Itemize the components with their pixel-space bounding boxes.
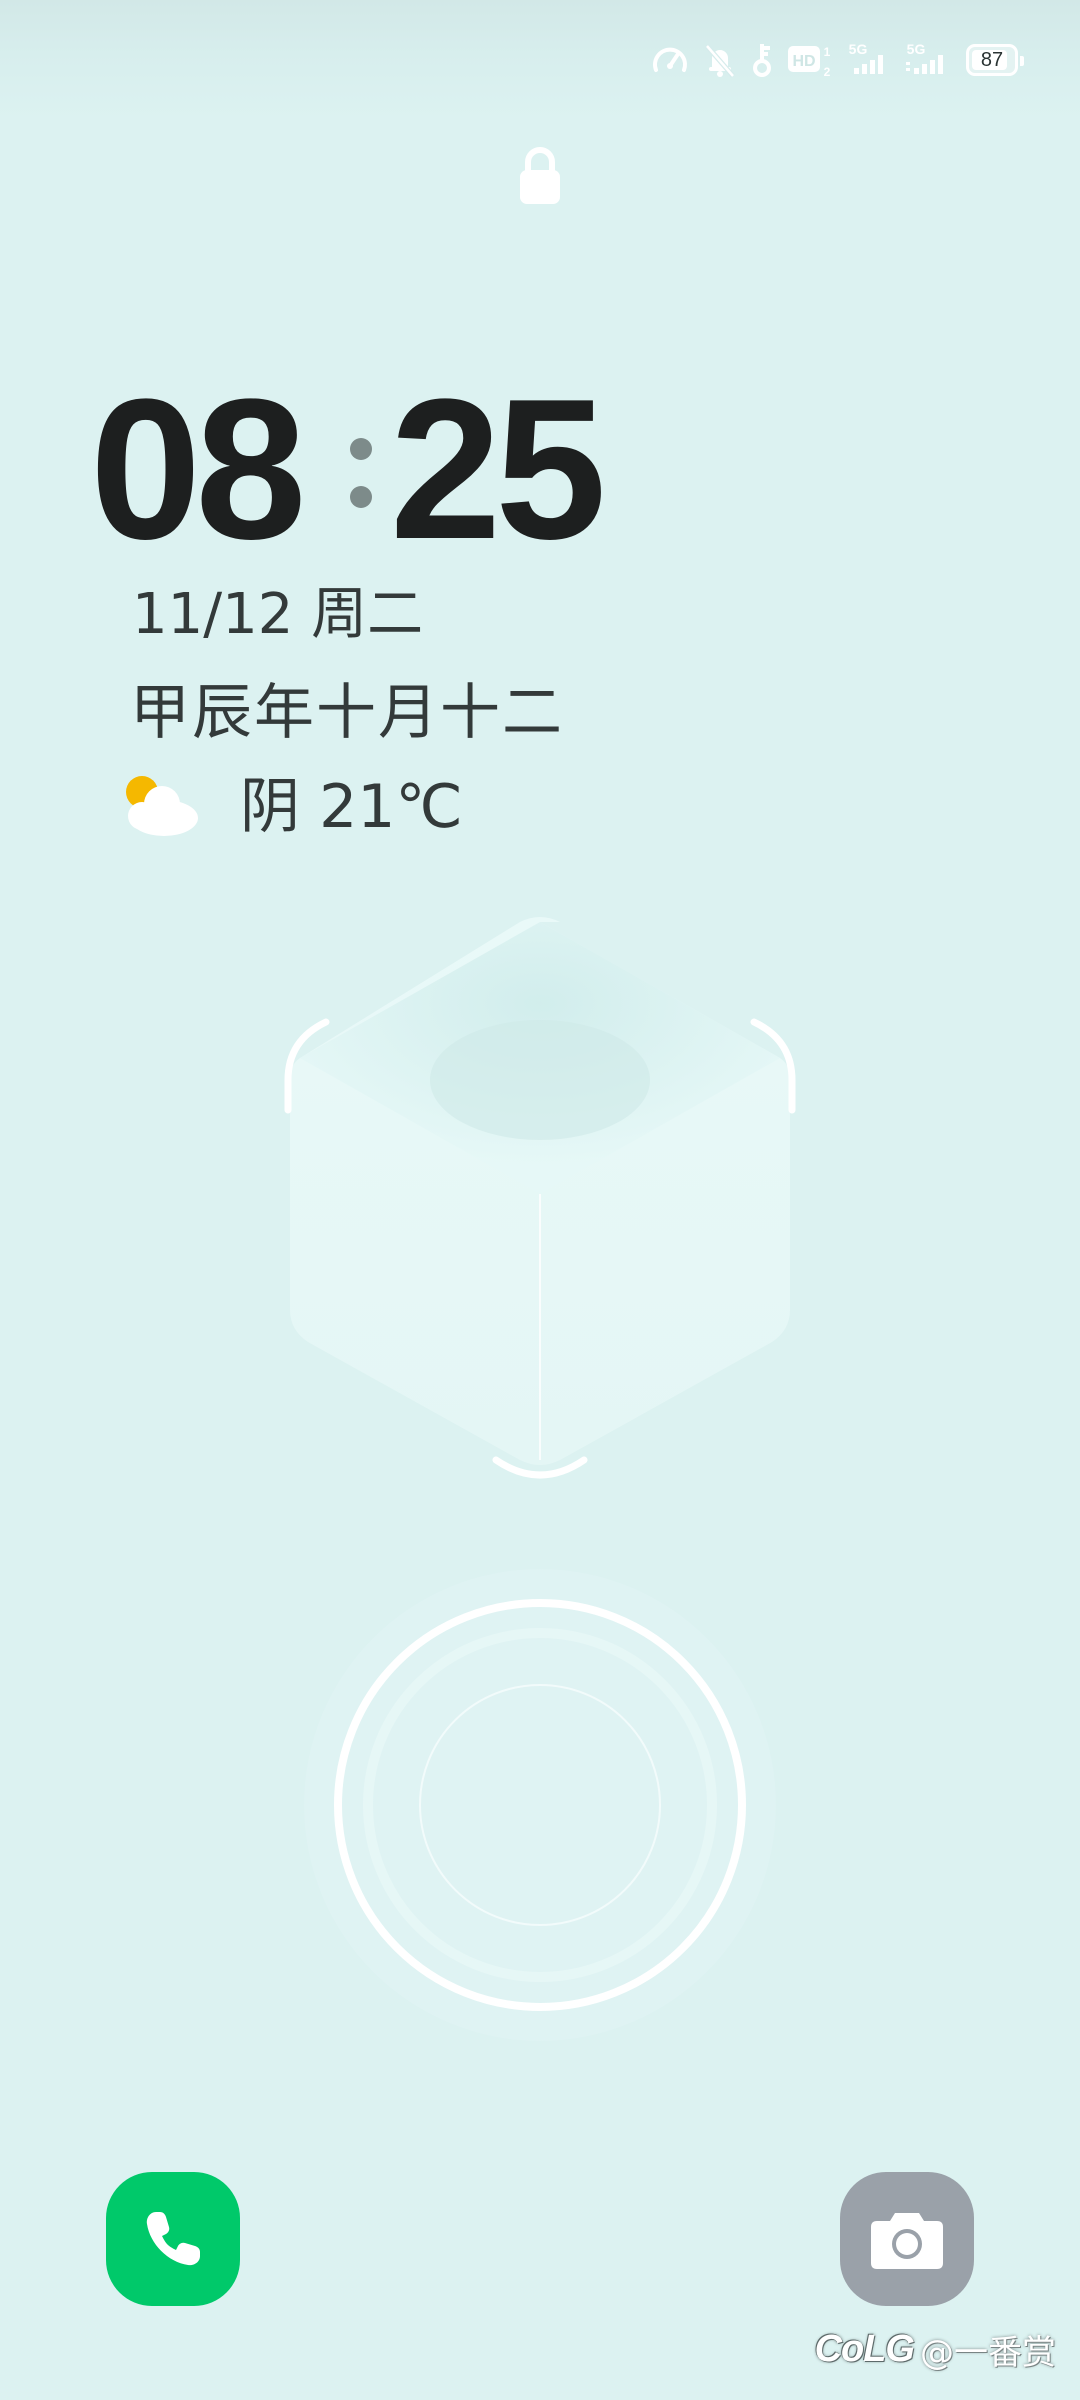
signal-5g-icon: 5G [849,41,883,74]
watermark-logo: CoLG [814,2327,915,2370]
battery-level: 87 [980,49,1004,71]
camera-icon [871,2213,943,2269]
watermark: CoLG @一番赏 [815,2324,1056,2374]
camera-shortcut-button[interactable] [840,2172,974,2306]
clock-separator-bottom [350,486,372,508]
phone-shortcut-button[interactable] [106,2172,240,2306]
date-text: 11/12 周二 [132,582,424,647]
bell-muted-icon [705,44,735,78]
phone-icon [146,2212,200,2266]
lunar-date-text: 甲辰年十月十二 [130,678,564,748]
network-label-2: 5G [907,41,926,57]
clock-minutes: 25 [390,358,606,581]
cube-wallpaper-art [284,917,796,1479]
hd-sim2-label: 2 [824,65,831,79]
clock-separator-top [350,438,372,460]
partly-cloudy-icon [126,776,198,836]
hd-volte-icon: HD 1 2 [788,45,831,79]
status-icons: HD 1 2 5G 5G 87 [650,38,1028,82]
lock-icon [520,147,560,204]
key-icon [753,44,771,77]
battery-indicator: 87 [966,44,1024,76]
weather-text: 阴 21℃ [240,772,463,842]
fingerprint-unlock-area[interactable] [300,1565,780,2045]
status-bar: HD 1 2 5G 5G 87 [0,0,1080,120]
watermark-handle: @一番赏 [920,2332,1056,2373]
speedometer-icon [653,47,687,72]
hd-sim1-label: 1 [824,45,831,59]
lock-screen-clock: 08 25 [90,358,650,581]
clock-hours: 08 [90,358,306,581]
signal-5g-icon: 5G [906,41,943,74]
network-label-1: 5G [849,41,868,57]
hd-label: HD [792,53,815,70]
